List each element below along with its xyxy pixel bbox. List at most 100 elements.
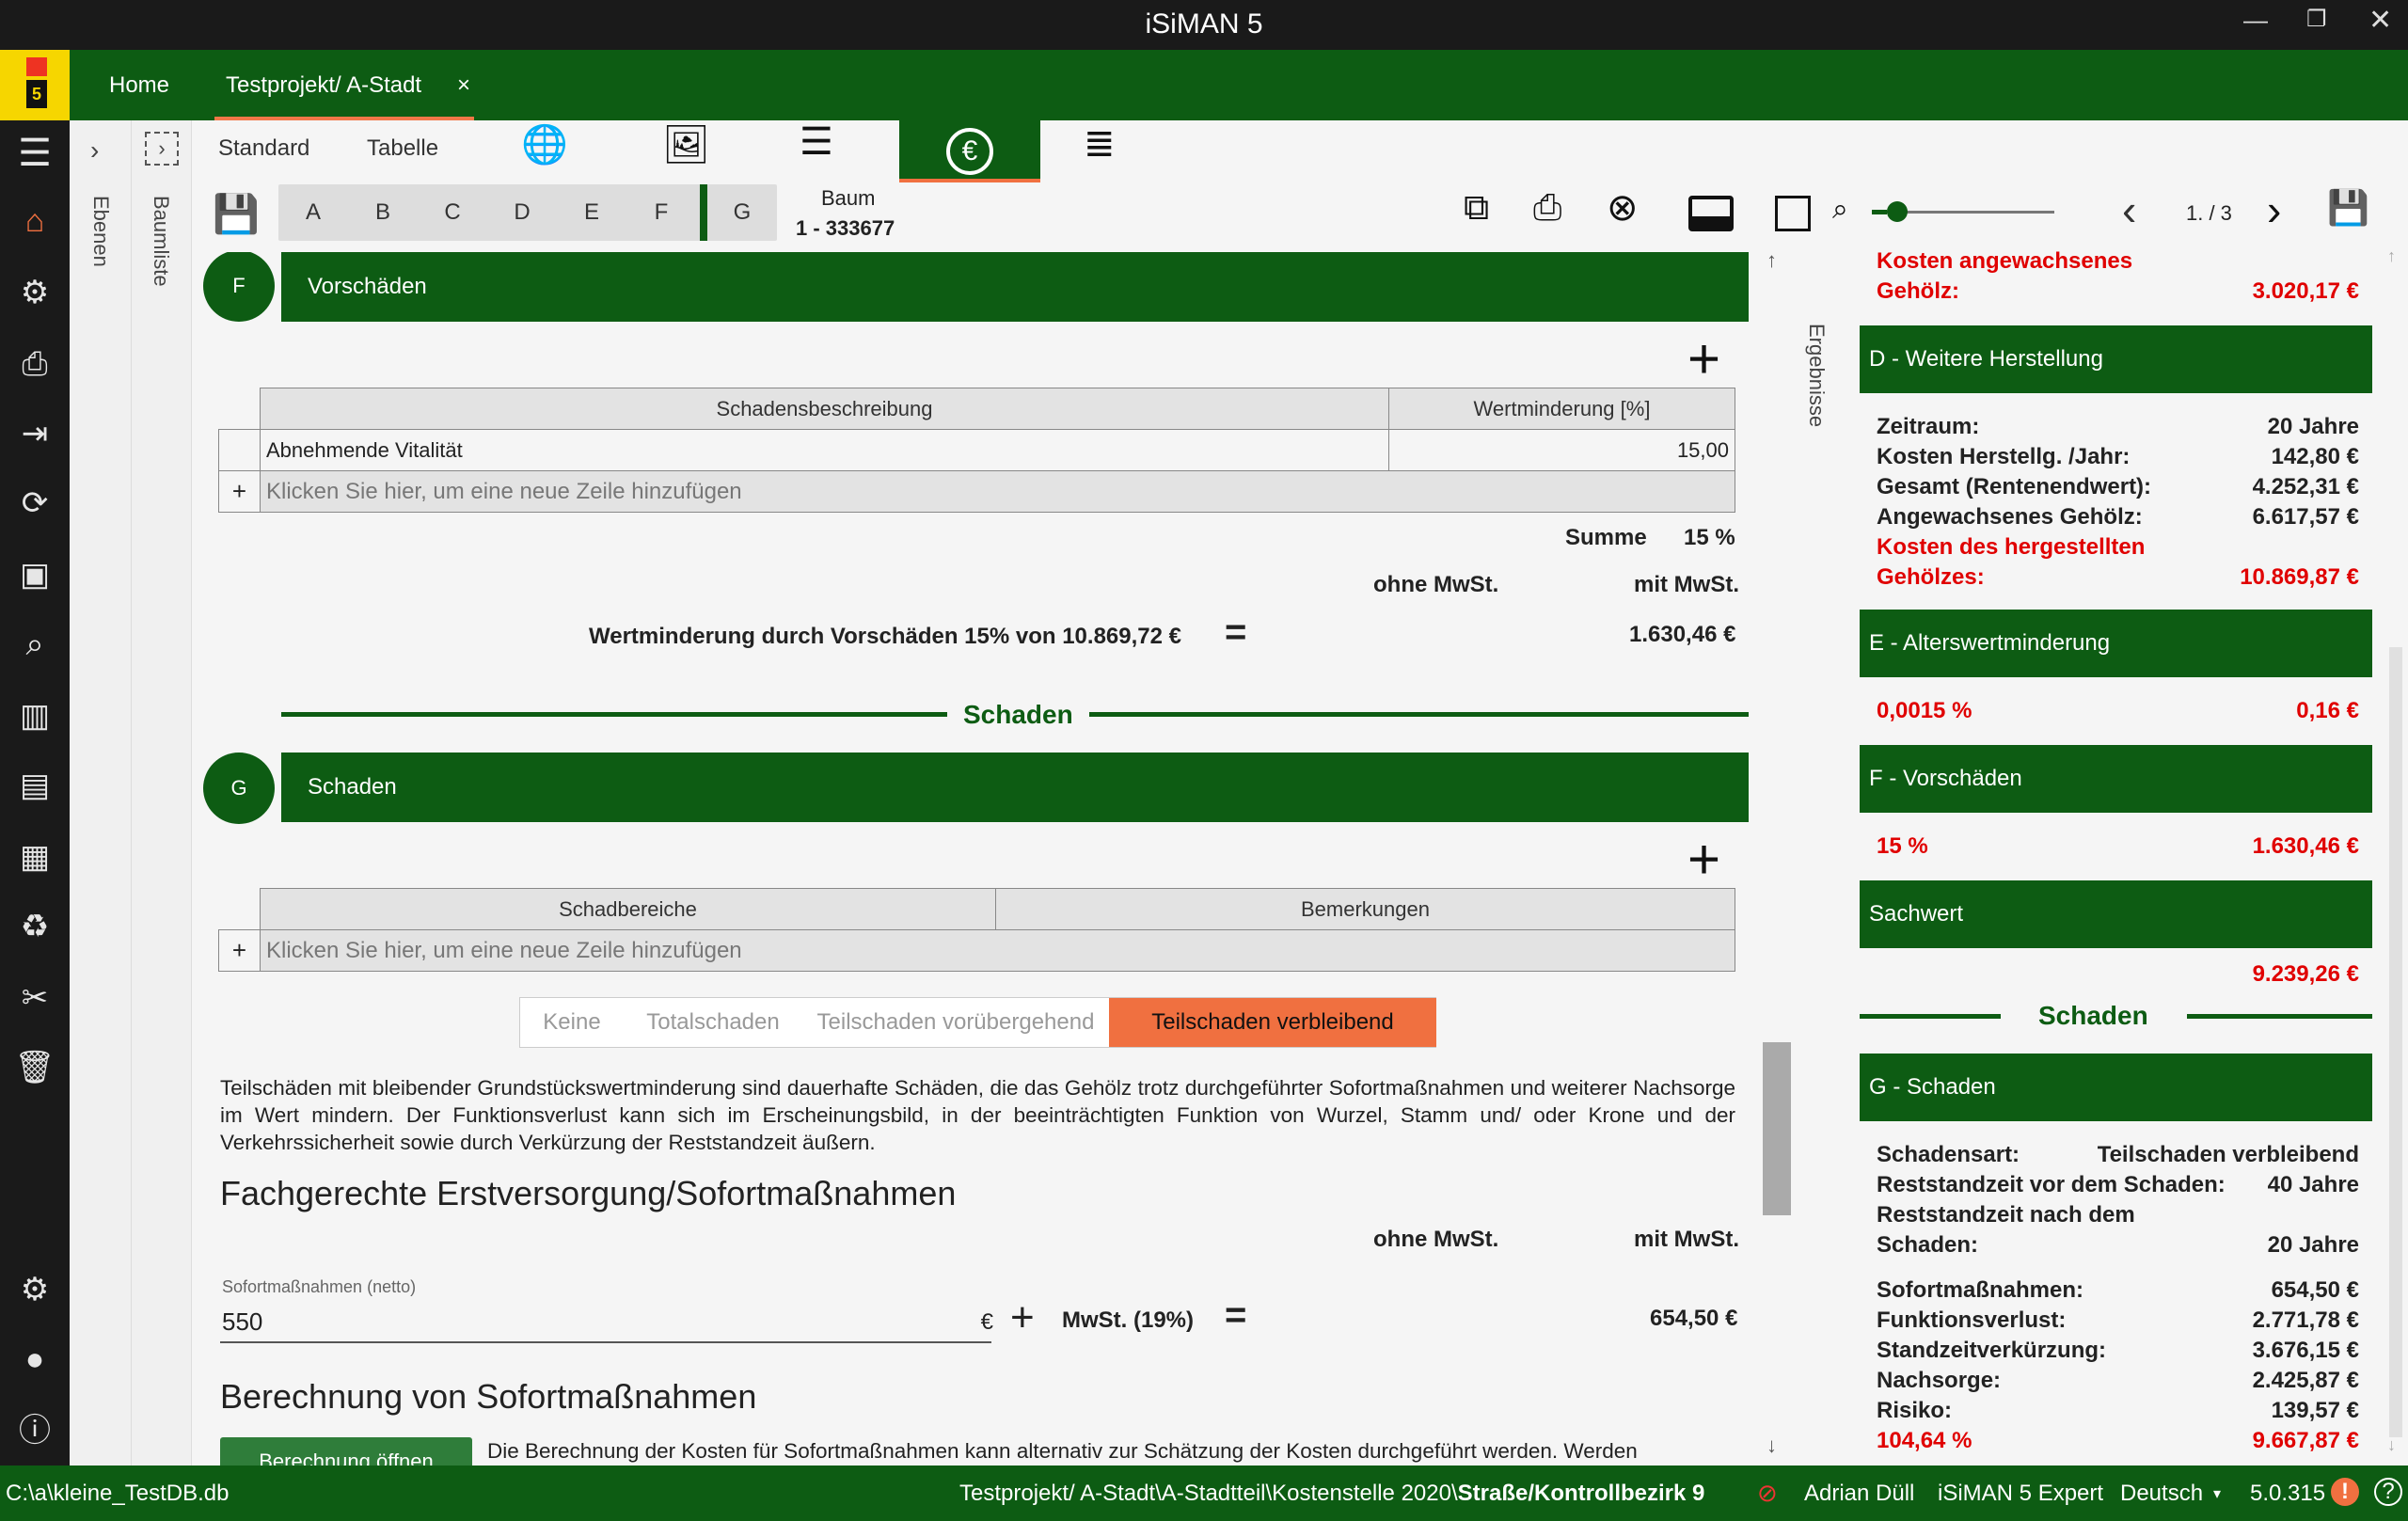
add-row[interactable]: + Klicken Sie hier, um eine neue Zeile h… — [218, 470, 1735, 513]
scroll-thumb[interactable] — [1763, 1042, 1791, 1215]
results-scroll-down-icon[interactable]: ↓ — [2387, 1435, 2396, 1455]
equals-sign-2: = — [1225, 1294, 1247, 1336]
image-icon[interactable]: 🖼 — [662, 122, 710, 166]
offline-icon[interactable]: ⊘ — [1757, 1479, 1778, 1508]
results-scrollbar[interactable]: ↑ ↓ — [2382, 243, 2408, 1466]
add-row-placeholder[interactable]: Klicken Sie hier, um eine neue Zeile hin… — [260, 470, 1735, 513]
scroll-up-icon[interactable]: ↑ — [1766, 248, 1777, 273]
section-f[interactable]: F — [626, 184, 696, 241]
clipboard-icon[interactable]: ▤ — [13, 764, 56, 807]
tools-icon[interactable]: ✂ — [13, 976, 56, 1020]
schaden-divider-label: Schaden — [963, 700, 1073, 729]
bookmark-list-icon[interactable]: ⧉ — [1464, 188, 1489, 229]
printer-icon[interactable]: ⎙ — [1533, 188, 1561, 229]
section-b[interactable]: B — [348, 184, 418, 241]
print-icon[interactable]: ⎙ — [13, 342, 56, 386]
restore-icon[interactable]: ❐ — [2306, 6, 2327, 33]
user-icon[interactable]: ● — [13, 1338, 56, 1381]
main-scrollbar[interactable]: ↑ ↓ — [1759, 243, 1793, 1466]
col-schadensbeschreibung[interactable]: Schadensbeschreibung — [260, 388, 1389, 430]
add-row[interactable]: + Klicken Sie hier, um eine neue Zeile h… — [218, 929, 1735, 972]
costs-view-button[interactable]: € — [899, 120, 1040, 182]
section-d[interactable]: D — [487, 184, 557, 241]
ergebnisse-strip[interactable]: Ergebnisse — [1793, 243, 1840, 1466]
close-window-icon[interactable]: ✕ — [2368, 4, 2392, 37]
type-teilschaden-verbleibend[interactable]: Teilschaden verbleibend — [1109, 998, 1436, 1047]
cancel-circle-icon[interactable]: ⊗ — [1607, 186, 1639, 230]
breadcrumb[interactable]: Testprojekt/ A-Stadt\A-Stadtteil\Kostens… — [959, 1481, 1704, 1507]
cell-value[interactable]: 15,00 — [1388, 429, 1735, 471]
image-import-icon[interactable]: ▣ — [13, 553, 56, 596]
sofort-input-value[interactable]: 550 — [222, 1307, 262, 1337]
standzeit-label: Standzeitverkürzung: — [1877, 1338, 2107, 1363]
bar-chart-icon[interactable]: ▥ — [13, 694, 56, 737]
trash-icon[interactable]: 🗑 — [13, 1046, 56, 1089]
sofort-result: 654,50 € — [1650, 1306, 1738, 1331]
sync-icon[interactable]: ⟳ — [13, 482, 56, 525]
col-wertminderung[interactable]: Wertminderung [%] — [1388, 388, 1735, 430]
minimize-icon[interactable]: — — [2243, 6, 2268, 35]
next-page-icon[interactable]: › — [2267, 184, 2281, 235]
col-schadbereiche[interactable]: Schadbereiche — [260, 888, 996, 930]
add-row-placeholder[interactable]: Klicken Sie hier, um eine neue Zeile hin… — [260, 929, 1735, 972]
prev-page-icon[interactable]: ‹ — [2122, 184, 2136, 235]
view-standard[interactable]: Standard — [218, 135, 309, 162]
recycle-icon[interactable]: ♻ — [13, 905, 56, 948]
settings-icon[interactable]: ⚙ — [13, 1268, 56, 1311]
plus-sign: + — [1010, 1294, 1035, 1340]
add-vorschaden-button[interactable]: + — [1687, 331, 1720, 388]
results-scroll-thumb[interactable] — [2389, 647, 2402, 1437]
add-schadbereich-button[interactable]: + — [1687, 832, 1720, 888]
scroll-down-icon[interactable]: ↓ — [1766, 1434, 1777, 1458]
home-icon[interactable]: ⌂ — [13, 199, 56, 243]
sofort-input[interactable]: 550 € — [220, 1302, 993, 1343]
chevron-right-icon[interactable]: › — [90, 135, 99, 166]
checkbox-icon[interactable] — [1775, 196, 1811, 231]
save-right-icon[interactable]: 💾 — [2327, 188, 2369, 228]
table-edit-icon[interactable]: ▦ — [13, 835, 56, 879]
sliders-icon[interactable]: ⚙ — [13, 271, 56, 314]
layout-toggle-icon[interactable] — [1688, 196, 1734, 231]
baumliste-panel-strip[interactable]: › Baumliste — [132, 120, 192, 1466]
berechnung-oeffnen-button[interactable]: Berechnung öffnen — [220, 1437, 472, 1466]
table-row[interactable]: Abnehmende Vitalität 15,00 — [218, 429, 1735, 471]
info-icon[interactable]: ⓘ — [13, 1409, 56, 1452]
expand-panel-icon[interactable]: › — [145, 132, 179, 166]
results-scroll-up-icon[interactable]: ↑ — [2387, 246, 2396, 266]
section-g[interactable]: G — [707, 184, 777, 241]
tab-project-label: Testprojekt/ A-Stadt — [226, 72, 422, 98]
baumliste-label[interactable]: Baumliste — [149, 196, 173, 287]
user-name[interactable]: Adrian Düll — [1804, 1481, 1914, 1507]
language-dropdown-icon[interactable]: ▾ — [2213, 1484, 2221, 1503]
globe-icon[interactable]: 🌐 — [521, 122, 568, 166]
help-icon[interactable]: ? — [2374, 1478, 2402, 1506]
save-icon[interactable]: 💾 — [213, 192, 260, 236]
section-c[interactable]: C — [418, 184, 487, 241]
tab-home[interactable]: Home — [98, 50, 181, 120]
add-row-icon[interactable]: + — [218, 470, 261, 513]
section-e[interactable]: E — [557, 184, 626, 241]
damage-type-selector: Keine Totalschaden Teilschaden vorüberge… — [519, 997, 1436, 1048]
export-icon[interactable]: ⇥ — [13, 412, 56, 455]
cell-desc[interactable]: Abnehmende Vitalität — [260, 429, 1389, 471]
view-tabelle[interactable]: Tabelle — [367, 135, 438, 162]
results-icon[interactable]: ≣ — [1084, 122, 1116, 166]
tab-close-icon[interactable]: × — [457, 50, 470, 120]
section-a[interactable]: A — [278, 184, 348, 241]
language-select[interactable]: Deutsch — [2120, 1481, 2203, 1507]
tree-icon[interactable]: ☰ — [800, 120, 833, 164]
hamburger-menu-icon[interactable]: ☰ — [13, 132, 56, 175]
ebenen-panel-strip[interactable]: › Ebenen — [70, 120, 132, 1466]
zoom-slider[interactable] — [1872, 199, 2054, 224]
ebenen-label[interactable]: Ebenen — [88, 196, 113, 267]
type-keine[interactable]: Keine — [520, 998, 624, 1047]
warning-icon[interactable]: ! — [2331, 1478, 2359, 1506]
kosten-angewachsen-label-2: Gehölz: — [1877, 278, 1959, 304]
ergebnisse-label[interactable]: Ergebnisse — [1804, 324, 1829, 427]
database-search-icon[interactable]: ⌕ — [13, 623, 56, 666]
tab-project[interactable]: Testprojekt/ A-Stadt × — [214, 50, 474, 120]
type-teilschaden-voruebergehend[interactable]: Teilschaden vorübergehend — [802, 998, 1109, 1047]
type-totalschaden[interactable]: Totalschaden — [624, 998, 802, 1047]
col-bemerkungen[interactable]: Bemerkungen — [995, 888, 1735, 930]
add-row-icon[interactable]: + — [218, 929, 261, 972]
